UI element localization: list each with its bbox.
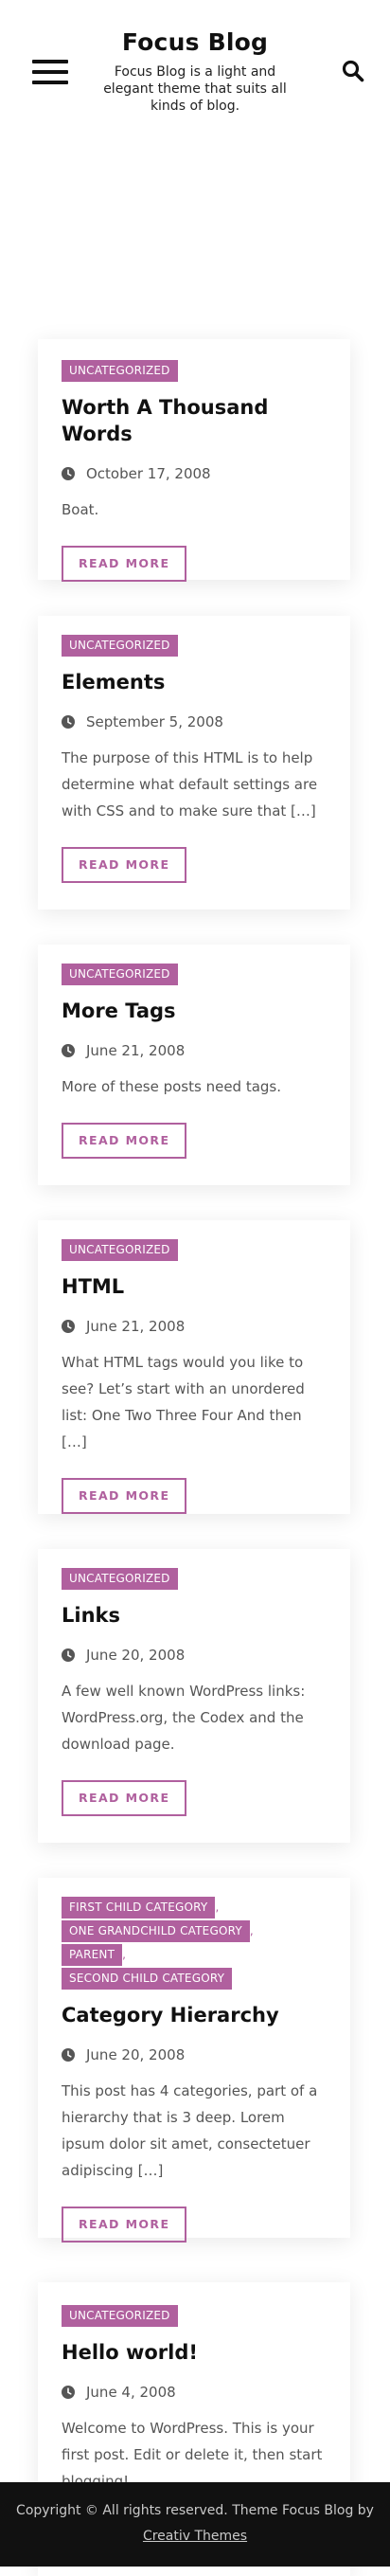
clock-icon [62, 715, 75, 729]
post-date-text: October 17, 2008 [86, 465, 211, 482]
category-badge[interactable]: ONE GRANDCHILD CATEGORY [62, 1920, 250, 1942]
post-excerpt: This post has 4 categories, part of a hi… [62, 2082, 318, 2179]
post-title[interactable]: Worth A Thousand Words [62, 394, 327, 447]
read-more-button[interactable]: READ MORE [62, 1123, 187, 1159]
post-excerpt: The purpose of this HTML is to help dete… [62, 749, 318, 820]
footer-theme-link[interactable]: Creativ Themes [143, 2529, 247, 2544]
post-excerpt: Boat. [62, 501, 99, 518]
post-card: UNCATEGORIZED Elements September 5, 2008… [38, 616, 350, 910]
post-date: October 17, 2008 [62, 464, 327, 483]
menu-bar [32, 70, 68, 74]
category-separator: , [215, 1900, 220, 1914]
category-separator: , [249, 1924, 254, 1937]
read-more-button[interactable]: READ MORE [62, 546, 187, 582]
footer-copyright: Copyright © All rights reserved. Theme F… [16, 2503, 374, 2518]
category-badge[interactable]: PARENT [62, 1944, 123, 1966]
clock-icon [62, 467, 75, 480]
post-card: UNCATEGORIZED HTML June 21, 2008 What HT… [38, 1220, 350, 1514]
post-date: September 5, 2008 [62, 712, 327, 731]
category-badge[interactable]: UNCATEGORIZED [62, 635, 178, 657]
post-date: June 20, 2008 [62, 1646, 327, 1665]
post-date-text: June 4, 2008 [86, 2384, 176, 2401]
post-title[interactable]: Elements [62, 669, 327, 695]
category-badge[interactable]: UNCATEGORIZED [62, 360, 178, 382]
post-date: June 4, 2008 [62, 2383, 327, 2402]
post-date: June 20, 2008 [62, 2045, 327, 2064]
post-date-text: June 21, 2008 [86, 1042, 186, 1059]
post-categories: UNCATEGORIZED [62, 1238, 327, 1262]
post-date-text: June 20, 2008 [86, 2046, 186, 2063]
post-categories: UNCATEGORIZED [62, 2304, 327, 2328]
post-date-text: June 21, 2008 [86, 1318, 186, 1335]
category-badge[interactable]: SECOND CHILD CATEGORY [62, 1968, 233, 1990]
post-categories: UNCATEGORIZED [62, 963, 327, 986]
post-date: June 21, 2008 [62, 1041, 327, 1060]
search-icon[interactable] [341, 59, 365, 83]
category-badge[interactable]: UNCATEGORIZED [62, 964, 178, 985]
category-badge[interactable]: UNCATEGORIZED [62, 1239, 178, 1261]
read-more-button[interactable]: READ MORE [62, 1478, 187, 1514]
menu-bar [32, 81, 68, 84]
site-header: Focus Blog Focus Blog is a light and ele… [0, 0, 390, 142]
site-footer: Copyright © All rights reserved. Theme F… [0, 2482, 390, 2567]
post-title[interactable]: Links [62, 1602, 327, 1629]
post-card: FIRST CHILD CATEGORY, ONE GRANDCHILD CAT… [38, 1878, 350, 2243]
post-card: UNCATEGORIZED More Tags June 21, 2008 Mo… [38, 945, 350, 1185]
read-more-button[interactable]: READ MORE [62, 2207, 187, 2243]
category-badge[interactable]: FIRST CHILD CATEGORY [62, 1897, 216, 1918]
site-description: Focus Blog is a light and elegant theme … [103, 64, 287, 114]
site-title[interactable]: Focus Blog [91, 27, 299, 59]
post-card: UNCATEGORIZED Worth A Thousand Words Oct… [38, 339, 350, 582]
post-date-text: September 5, 2008 [86, 713, 223, 730]
clock-icon [62, 2386, 75, 2399]
site-branding: Focus Blog Focus Blog is a light and ele… [91, 27, 299, 115]
post-card: UNCATEGORIZED Links June 20, 2008 A few … [38, 1549, 350, 1843]
post-categories: UNCATEGORIZED [62, 359, 327, 383]
category-badge[interactable]: UNCATEGORIZED [62, 2305, 178, 2327]
post-title[interactable]: HTML [62, 1273, 327, 1300]
post-excerpt: More of these posts need tags. [62, 1078, 282, 1095]
category-badge[interactable]: UNCATEGORIZED [62, 1568, 178, 1590]
post-excerpt: What HTML tags would you like to see? Le… [62, 1354, 305, 1450]
post-categories: FIRST CHILD CATEGORY, ONE GRANDCHILD CAT… [62, 1896, 270, 1991]
read-more-button[interactable]: READ MORE [62, 1780, 187, 1816]
post-title[interactable]: Hello world! [62, 2339, 327, 2366]
post-excerpt: A few well known WordPress links: WordPr… [62, 1683, 306, 1753]
clock-icon [62, 1044, 75, 1057]
post-title[interactable]: Category Hierarchy [62, 2002, 327, 2028]
post-date: June 21, 2008 [62, 1317, 327, 1336]
post-categories: UNCATEGORIZED [62, 1567, 327, 1591]
post-categories: UNCATEGORIZED [62, 634, 327, 658]
category-separator: , [122, 1948, 126, 1961]
clock-icon [62, 1320, 75, 1333]
menu-bar [32, 60, 68, 63]
clock-icon [62, 2048, 75, 2062]
post-date-text: June 20, 2008 [86, 1647, 186, 1664]
hamburger-menu-icon[interactable] [32, 60, 68, 84]
clock-icon [62, 1648, 75, 1662]
read-more-button[interactable]: READ MORE [62, 847, 187, 883]
post-title[interactable]: More Tags [62, 998, 327, 1024]
